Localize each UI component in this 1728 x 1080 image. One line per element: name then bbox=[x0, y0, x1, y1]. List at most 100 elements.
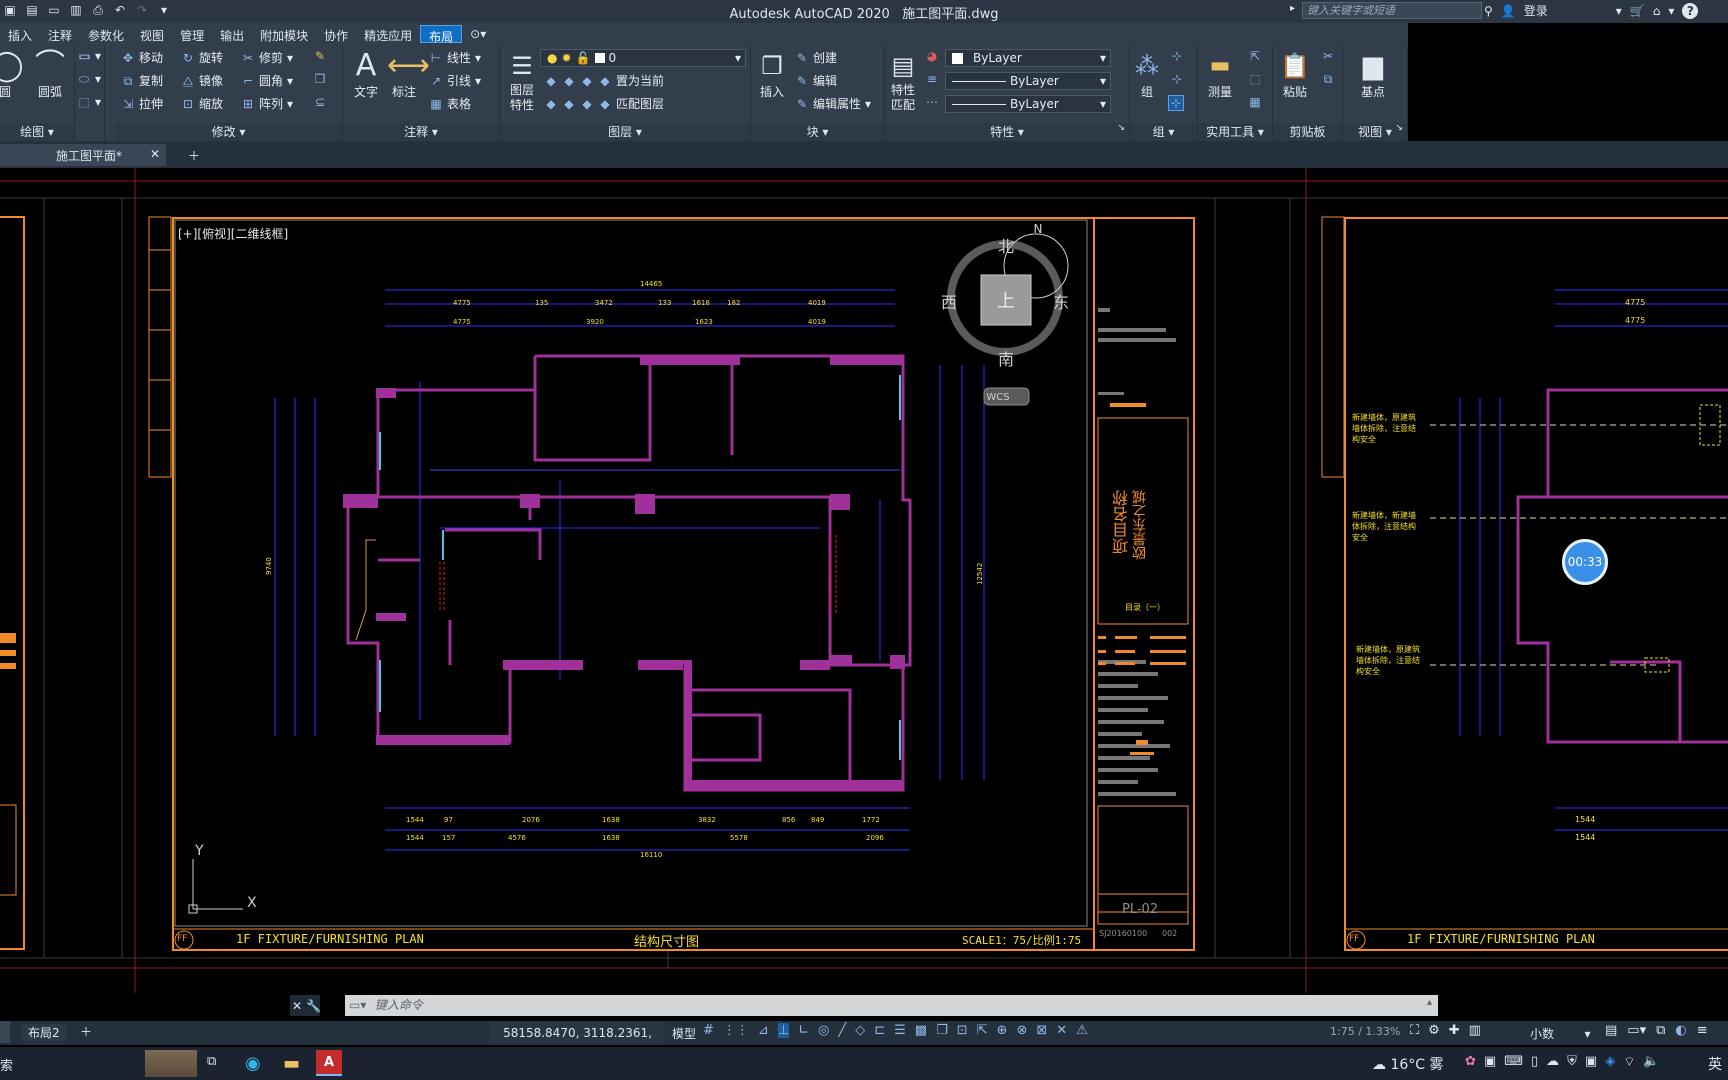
tray-flower-icon[interactable]: ✿ bbox=[1465, 1054, 1476, 1070]
calculator-button[interactable]: ▦ bbox=[1248, 95, 1262, 109]
lineweight-icon-button[interactable]: ≡ bbox=[925, 72, 939, 86]
tab-parametric[interactable]: 参数化 bbox=[80, 25, 132, 43]
tab-annotate[interactable]: 注释 bbox=[40, 25, 80, 43]
match-layer-label[interactable]: 匹配图层 bbox=[616, 95, 664, 112]
auto-scale-icon[interactable]: ✕ bbox=[1056, 1023, 1067, 1038]
infer-icon[interactable]: ⊿ bbox=[758, 1023, 769, 1038]
plus-cross-icon[interactable]: ✚ bbox=[1449, 1023, 1460, 1038]
tab-collaborate[interactable]: 协作 bbox=[316, 25, 356, 43]
text-button[interactable]: A 文字 bbox=[349, 49, 383, 100]
rect-tool[interactable]: ▭ ▾ bbox=[77, 49, 101, 63]
transparency-icon[interactable]: ▩ bbox=[915, 1023, 927, 1038]
lineweight-toggle-icon[interactable]: ☰ bbox=[894, 1023, 906, 1038]
osnap-tracking-icon[interactable]: ╱ bbox=[838, 1023, 846, 1038]
tray-volume-icon[interactable]: 🔈 bbox=[1643, 1054, 1659, 1070]
tab-layout[interactable]: 布局 bbox=[420, 25, 463, 44]
command-history-icon[interactable]: ▴ bbox=[1427, 997, 1432, 1008]
rotate-button[interactable]: ↻ 旋转 bbox=[181, 49, 223, 66]
arc-button[interactable]: ⌒ 圆弧 bbox=[32, 49, 68, 100]
task-view-icon[interactable]: ⧉ bbox=[207, 1054, 216, 1069]
help-icon[interactable]: ? bbox=[1682, 2, 1699, 19]
3d-osnap-icon[interactable]: ⊡ bbox=[957, 1023, 968, 1038]
trim-button[interactable]: ✂ 修剪 ▾ bbox=[241, 49, 293, 66]
properties-launcher-icon[interactable]: ↘ bbox=[1117, 123, 1125, 133]
tray-network-icon[interactable]: ▣ bbox=[1585, 1054, 1597, 1070]
insert-button[interactable]: ❐ 插入 bbox=[755, 49, 789, 100]
clean-screen-icon[interactable]: ◐ bbox=[1675, 1023, 1686, 1038]
mirror-button[interactable]: ⧋ 镜像 bbox=[181, 72, 223, 89]
new-tab-button[interactable]: ＋ bbox=[180, 144, 208, 166]
utilities-panel-title[interactable]: 实用工具 ▾ bbox=[1198, 123, 1272, 141]
layout-tab-prev[interactable] bbox=[0, 1021, 10, 1043]
save-icon[interactable]: ▣ bbox=[2, 2, 18, 18]
tray-shield-icon[interactable]: ⛨ bbox=[1567, 1054, 1577, 1070]
selection-cycling-icon[interactable]: ❐ bbox=[936, 1023, 948, 1038]
add-layout-icon[interactable]: ＋ bbox=[80, 1023, 92, 1040]
user-icon[interactable]: 👤 bbox=[1501, 4, 1516, 18]
group-button[interactable]: ⁂ 组 bbox=[1132, 49, 1162, 100]
open-icon[interactable]: ▭ bbox=[46, 2, 62, 18]
view-panel-title[interactable]: 视图 ▾ ↘ bbox=[1343, 123, 1407, 141]
grid-icon[interactable]: # bbox=[703, 1023, 714, 1038]
customize-qat-icon[interactable]: ▾ bbox=[156, 2, 172, 18]
paste-button[interactable]: 📋 粘贴 bbox=[1275, 49, 1315, 100]
annotation-monitor-icon[interactable]: ⚠ bbox=[1076, 1023, 1088, 1038]
viewcube-west[interactable]: 西 bbox=[941, 293, 957, 312]
undo-icon[interactable]: ↶ bbox=[112, 2, 128, 18]
drawing-canvas[interactable]: 14465 4775 135 3472 133 1618 182 4019 47… bbox=[0, 168, 1728, 993]
edit-block-button[interactable]: ✎ 编辑 bbox=[795, 72, 837, 89]
save-as-icon[interactable]: ▤ bbox=[24, 2, 40, 18]
fillet-button[interactable]: ⌐ 圆角 ▾ bbox=[241, 72, 293, 89]
table-button[interactable]: ▦ 表格 bbox=[429, 95, 471, 112]
search-box-edge[interactable]: 索 bbox=[0, 1055, 13, 1074]
tray-onedrive-icon[interactable]: ☁ bbox=[1546, 1054, 1559, 1070]
viewcube-east[interactable]: 东 bbox=[1053, 293, 1069, 312]
group-select-toggle[interactable]: ⊹ bbox=[1168, 95, 1184, 111]
export-icon[interactable]: ▥ bbox=[68, 2, 84, 18]
login-dropdown-icon[interactable]: ▾ bbox=[1616, 4, 1622, 18]
block-panel-title[interactable]: 块 ▾ bbox=[751, 123, 884, 141]
ortho-icon[interactable]: ⊥ bbox=[777, 1023, 790, 1038]
copy-clip-button[interactable]: ⧉ bbox=[1321, 72, 1335, 86]
array-button[interactable]: ⊞ 阵列 ▾ bbox=[241, 95, 293, 112]
set-current-label[interactable]: 置为当前 bbox=[616, 72, 664, 89]
copy-button[interactable]: ⧉ 复制 bbox=[121, 72, 163, 89]
linear-button[interactable]: ⊢ 线性 ▾ bbox=[429, 49, 481, 66]
layer-tools-row1[interactable]: ◆ ◆ ◆ ◆ 置为当前 bbox=[544, 72, 664, 89]
polar-tracking-icon[interactable]: ◎ bbox=[818, 1023, 829, 1038]
viewcube[interactable]: 上 北 南 东 西 N WCS bbox=[941, 222, 1069, 406]
annotation-panel-title[interactable]: 注释 ▾ bbox=[343, 123, 499, 141]
isodraft-icon[interactable]: ◇ bbox=[855, 1023, 865, 1038]
layer-properties-button[interactable]: ☰ 图层特性 bbox=[502, 49, 542, 113]
file-explorer-icon[interactable]: ▬ bbox=[283, 1053, 300, 1074]
plot-icon[interactable]: ⎙ bbox=[90, 2, 106, 18]
command-line[interactable]: ▭▾ 键入命令 ▴ bbox=[345, 995, 1438, 1016]
coordinates-readout[interactable]: 58158.8470, 3118.2361, 0.0000 bbox=[490, 1021, 665, 1064]
edge-icon[interactable]: ◉ bbox=[245, 1053, 261, 1074]
weather-widget[interactable]: ☁ 16°C 雾 bbox=[1372, 1054, 1444, 1074]
match-properties-button[interactable]: ▤ 特性匹配 bbox=[885, 49, 921, 113]
viewcube-north[interactable]: 北 bbox=[998, 237, 1014, 256]
tray-wifi-icon[interactable]: ⌔ bbox=[1623, 1054, 1635, 1070]
tray-battery-icon[interactable]: ▯ bbox=[1531, 1054, 1538, 1070]
units-dropdown[interactable]: 小数 ▾ bbox=[1530, 1025, 1591, 1042]
close-command-icon[interactable]: ✕ bbox=[292, 999, 302, 1013]
snap-icon[interactable]: ⋮⋮ bbox=[723, 1023, 749, 1038]
viewport-label[interactable]: [+][俯视][二维线框] bbox=[178, 225, 288, 242]
layer-tools-row2[interactable]: ◆ ◆ ◆ ◆ 匹配图层 bbox=[544, 95, 664, 112]
tab-view[interactable]: 视图 bbox=[132, 25, 172, 43]
search-input[interactable]: 键入关键字或短语 bbox=[1302, 2, 1482, 19]
login-link[interactable]: 登录 bbox=[1524, 2, 1548, 19]
drawing-svg[interactable]: 14465 4775 135 3472 133 1618 182 4019 47… bbox=[0, 168, 1728, 993]
autocad-taskbar-icon[interactable]: A bbox=[316, 1050, 342, 1076]
polar-icon[interactable]: ∟ bbox=[798, 1023, 809, 1038]
maximize-viewport-icon[interactable]: ⛶ bbox=[1410, 1023, 1419, 1038]
expand-search-icon[interactable]: ▸ bbox=[1290, 3, 1295, 14]
base-point-button[interactable]: ▆ 基点 bbox=[1351, 49, 1395, 100]
dynamic-ucs-icon[interactable]: ⇱ bbox=[977, 1023, 988, 1038]
linetype-dropdown[interactable]: ByLayer ▾ bbox=[945, 95, 1111, 113]
exchange-dropdown-icon[interactable]: ▾ bbox=[1668, 4, 1674, 18]
ungroup-button[interactable]: ⊹ bbox=[1170, 49, 1184, 63]
dimension-button[interactable]: ⟷ 标注 bbox=[387, 49, 430, 100]
hardware-accel-icon[interactable]: ▭▾ bbox=[1627, 1023, 1646, 1038]
